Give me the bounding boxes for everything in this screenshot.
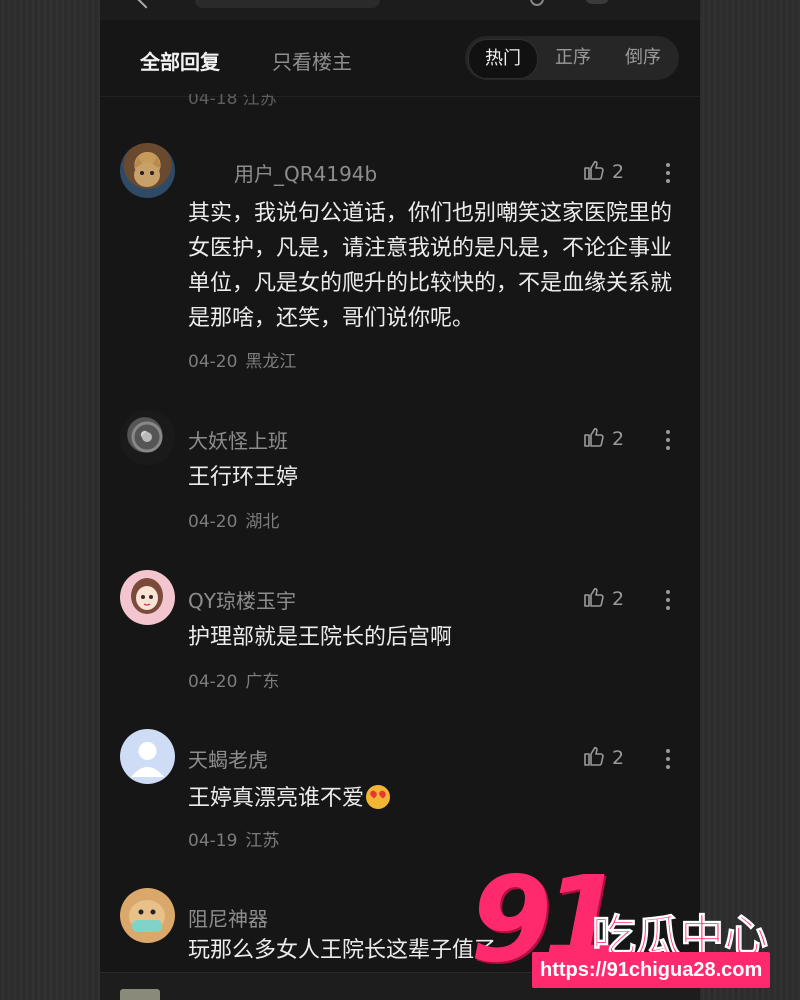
avatar[interactable]	[120, 570, 175, 625]
comment-location: 江苏	[245, 831, 280, 851]
thumbs-up-icon	[584, 427, 604, 447]
comment-username[interactable]: 阻尼神器	[188, 903, 268, 932]
comment-location: 黑龙江	[245, 352, 297, 372]
top-bar-fragment	[100, 0, 700, 20]
comment-date: 04-19	[188, 831, 238, 851]
sort-descending-button[interactable]: 倒序	[613, 36, 673, 80]
comment-username[interactable]: 大妖怪上班	[188, 425, 288, 454]
comment-username[interactable]: 用户_QR4194b	[234, 158, 377, 187]
sort-toggle: 热门 正序 倒序	[465, 36, 679, 80]
more-options-icon[interactable]	[658, 426, 678, 454]
tab-op-only[interactable]: 只看楼主	[272, 46, 352, 75]
back-icon[interactable]	[137, 0, 155, 9]
comment-text: 护理部就是王院长的后宫啊	[188, 625, 453, 650]
default-person-avatar-icon	[131, 742, 164, 777]
sort-hot-button[interactable]: 热门	[468, 39, 538, 79]
like-button[interactable]: 2	[582, 425, 624, 450]
comment-meta: 04-20 广东	[188, 667, 279, 692]
comment-meta: 04-20 黑龙江	[188, 347, 296, 372]
more-options-icon[interactable]	[658, 745, 678, 773]
comment-text: 王婷真漂亮谁不爱	[188, 781, 684, 816]
comment-text-body: 王婷真漂亮谁不爱	[188, 786, 365, 811]
reply-tabs-bar: 全部回复 只看楼主 热门 正序 倒序	[100, 20, 700, 97]
site-watermark: 91 吃瓜中心 https://91chigua28.com	[470, 860, 800, 1000]
cat-photo-avatar-icon	[134, 157, 161, 187]
search-box[interactable]	[195, 0, 380, 8]
avatar[interactable]	[120, 143, 175, 198]
anime-girl-avatar-icon	[131, 578, 163, 614]
masked-dog-avatar-icon	[129, 900, 165, 932]
comment-date: 04-20	[188, 352, 238, 372]
comment-meta: 04-19 江苏	[188, 826, 279, 851]
search-icon[interactable]	[530, 0, 544, 6]
comment-meta: 04-20 湖北	[188, 507, 279, 532]
thumbs-up-icon	[584, 746, 604, 766]
more-options-icon[interactable]	[658, 586, 678, 614]
thumbs-up-icon	[584, 587, 604, 607]
watermark-url: https://91chigua28.com	[532, 952, 771, 988]
tab-all-replies[interactable]: 全部回复	[140, 46, 220, 75]
avatar[interactable]	[120, 729, 175, 784]
avatar[interactable]	[120, 888, 175, 943]
left-background	[0, 0, 100, 1000]
comment-text: 王行环王婷	[188, 465, 299, 490]
like-count: 2	[612, 747, 625, 769]
comment-username[interactable]: QY琼楼玉宇	[188, 585, 296, 614]
comment-text: 其实，我说句公道话，你们也别嘲笑这家医院里的女医护，凡是，请注意我说的是凡是，不…	[188, 201, 673, 331]
more-options-icon[interactable]	[658, 159, 678, 187]
comment-date: 04-20	[188, 512, 238, 532]
heart-eyes-emoji-icon	[366, 785, 391, 809]
like-count: 2	[612, 588, 625, 610]
comment-location: 湖北	[245, 512, 280, 532]
dark-object-avatar-icon	[131, 421, 163, 453]
like-button[interactable]: 2	[582, 158, 624, 183]
right-background	[700, 0, 800, 1000]
bottom-thumbnail	[120, 989, 160, 1000]
comment-date: 04-20	[188, 672, 238, 692]
like-button[interactable]: 2	[582, 744, 624, 769]
like-count: 2	[612, 428, 625, 450]
comment-location: 广东	[245, 672, 280, 692]
avatar[interactable]	[120, 410, 175, 465]
thumbs-up-icon	[584, 160, 604, 180]
sort-ascending-button[interactable]: 正序	[543, 36, 603, 80]
like-count: 2	[612, 161, 625, 183]
comment-username[interactable]: 天蝎老虎	[188, 744, 268, 773]
like-button[interactable]: 2	[582, 585, 624, 610]
more-icon[interactable]	[585, 0, 609, 4]
